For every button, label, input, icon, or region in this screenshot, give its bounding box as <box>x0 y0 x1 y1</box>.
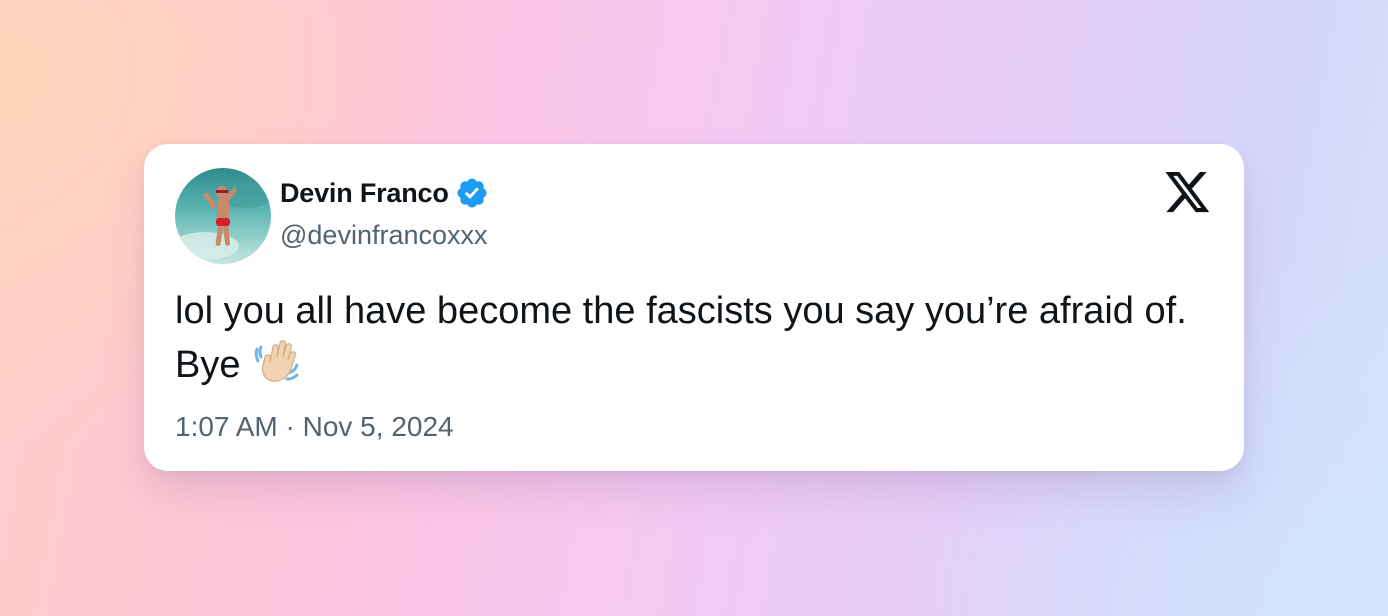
post-card: Devin Franco @devinfrancoxxx lol you all… <box>144 144 1244 471</box>
waving-hand-emoji-icon <box>251 335 301 385</box>
avatar-photo <box>175 168 271 264</box>
author-name-row[interactable]: Devin Franco <box>280 176 489 210</box>
avatar[interactable] <box>175 168 271 264</box>
author-handle[interactable]: @devinfrancoxxx <box>280 220 488 251</box>
author-display-name[interactable]: Devin Franco <box>280 178 449 209</box>
verified-badge-icon <box>455 176 489 210</box>
x-logo-icon[interactable] <box>1165 172 1211 214</box>
post-timestamp[interactable]: 1:07 AM · Nov 5, 2024 <box>175 411 454 443</box>
post-text-content: lol you all have become the fascists you… <box>175 290 1187 386</box>
post-text: lol you all have become the fascists you… <box>175 288 1215 389</box>
